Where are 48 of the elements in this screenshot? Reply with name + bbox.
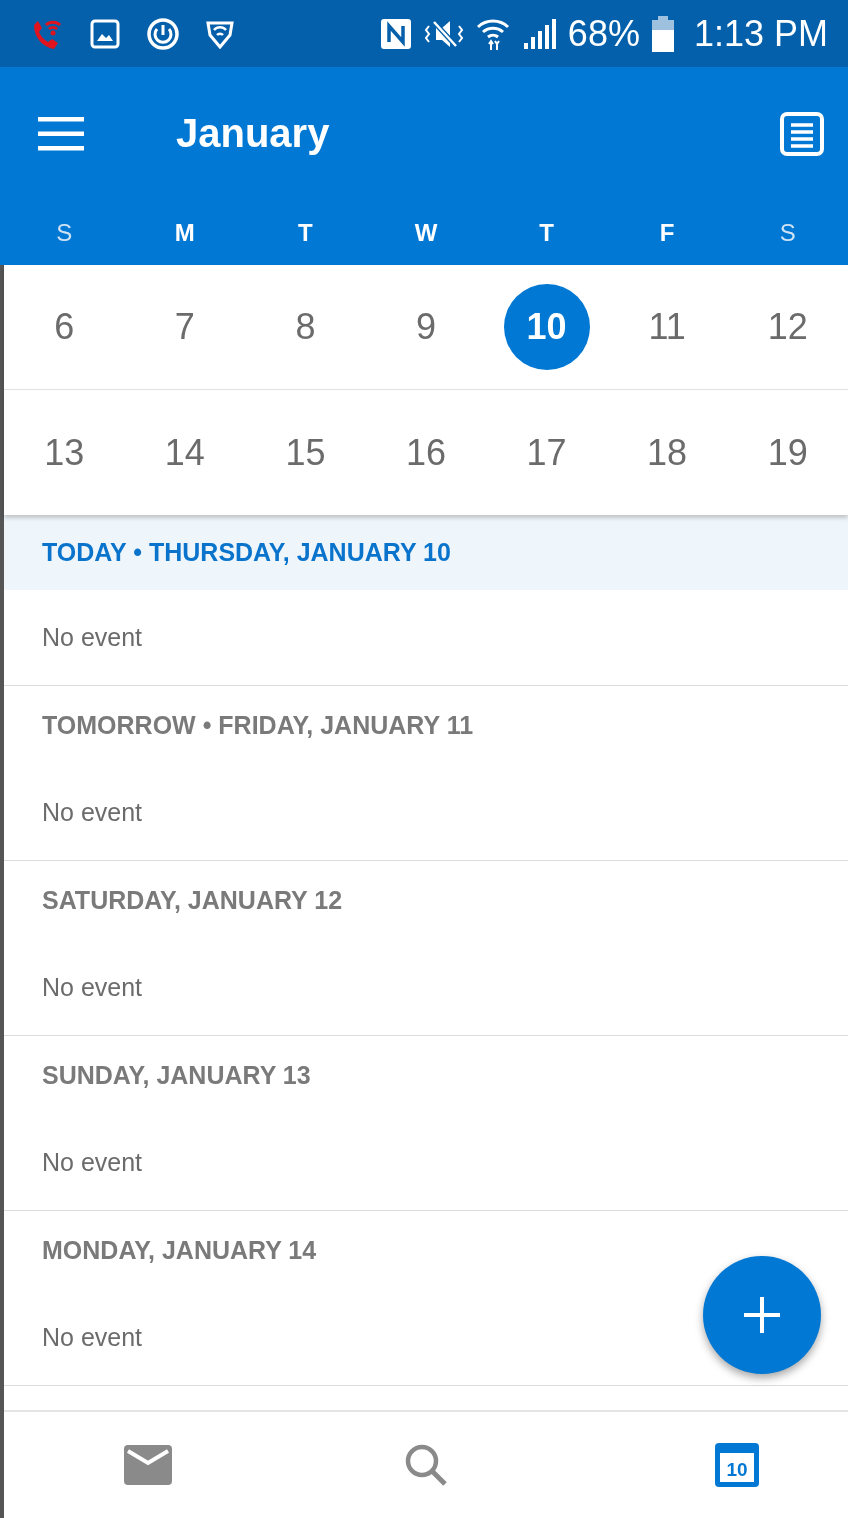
calendar-day[interactable]: 6 (21, 284, 108, 370)
image-icon (90, 18, 120, 49)
search-button[interactable] (404, 1443, 448, 1487)
calendar-day[interactable]: 15 (262, 409, 349, 496)
plus-icon (744, 1297, 780, 1333)
add-event-button[interactable] (703, 1256, 821, 1374)
calendar-day[interactable]: 16 (383, 409, 469, 496)
list-view-icon (780, 111, 824, 156)
calendar-day[interactable]: 7 (141, 284, 228, 370)
calendar-day[interactable]: 11 (624, 284, 711, 370)
empty-day-text: No event (42, 1323, 143, 1352)
empty-day-text: No event (42, 973, 143, 1002)
calendar-day[interactable]: 9 (383, 284, 469, 370)
weekday-label: F (659, 218, 675, 247)
mail-button[interactable] (123, 1445, 172, 1485)
weekday-label: W (414, 218, 438, 247)
calendar-day[interactable]: 17 (503, 409, 590, 496)
day-heading: SATURDAY, JANUARY 12 (42, 886, 343, 915)
empty-day-text: No event (42, 798, 143, 827)
menu-icon (38, 116, 84, 151)
weekday-label: T (539, 218, 554, 247)
empty-day-text: No event (42, 623, 143, 652)
power-ring-icon (146, 16, 180, 51)
clock-time: 1:13 PM (693, 12, 828, 55)
menu-button[interactable] (38, 116, 84, 151)
calendar-day[interactable]: 12 (744, 284, 831, 370)
calendar-button[interactable]: 10 (715, 1443, 760, 1487)
calendar-day[interactable]: 10 (503, 284, 590, 370)
empty-day-text: No event (42, 1148, 143, 1177)
day-heading: TOMORROW • FRIDAY, JANUARY 11 (42, 711, 474, 740)
signal-icon (521, 18, 556, 49)
day-heading: MONDAY, JANUARY 14 (42, 1236, 317, 1265)
battery-percent: 68% (567, 12, 640, 55)
weekday-label: S (779, 218, 796, 247)
calendar-day[interactable]: 19 (744, 409, 831, 496)
weekday-label: T (298, 218, 313, 247)
weekday-label: S (56, 218, 73, 247)
agenda-view-button[interactable] (780, 111, 824, 156)
nfc-icon (379, 17, 412, 50)
day-heading: SUNDAY, JANUARY 13 (42, 1061, 311, 1090)
calendar-day[interactable]: 13 (21, 409, 108, 496)
day-heading: TODAY • THURSDAY, JANUARY 10 (42, 538, 451, 567)
month-title: January (176, 111, 330, 156)
calendar-day[interactable]: 14 (141, 409, 228, 496)
calendar-day[interactable]: 8 (262, 284, 349, 370)
calendar-day[interactable]: 18 (624, 409, 711, 496)
weekday-label: M (174, 218, 195, 247)
battery-icon (651, 15, 674, 52)
